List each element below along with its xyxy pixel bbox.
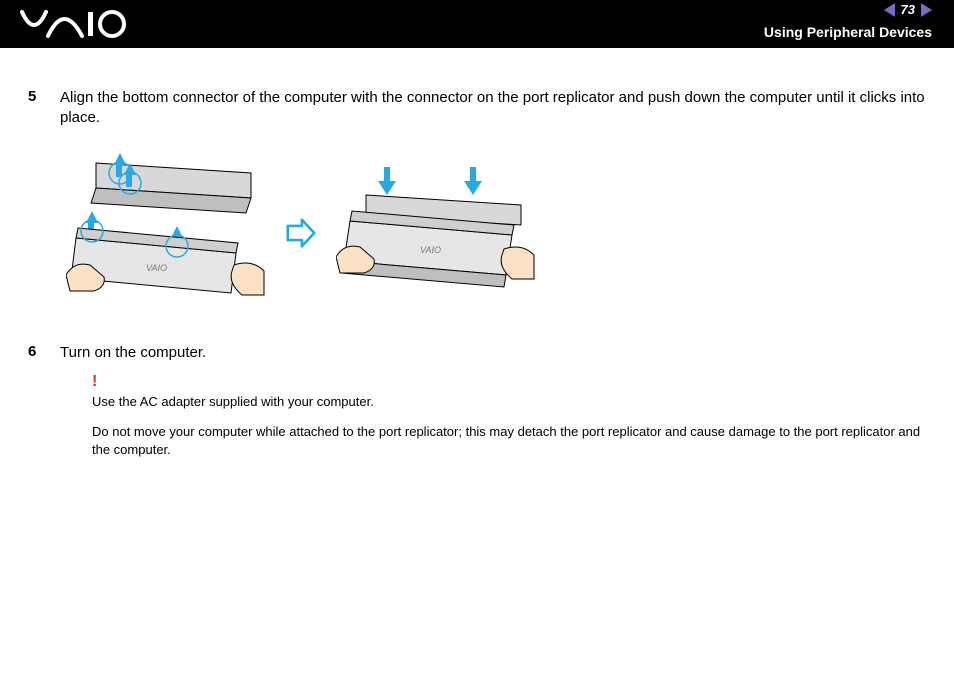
note-line: Use the AC adapter supplied with your co… bbox=[92, 393, 926, 411]
arrow-right-icon bbox=[286, 218, 316, 248]
section-title: Using Peripheral Devices bbox=[764, 24, 932, 40]
page-nav: 73 bbox=[884, 2, 932, 17]
step-row: 5 Align the bottom connector of the comp… bbox=[28, 88, 926, 129]
warning-icon: ! bbox=[92, 373, 926, 391]
illustration-row: VAIO bbox=[66, 143, 926, 323]
next-page-icon[interactable] bbox=[921, 3, 932, 17]
svg-text:VAIO: VAIO bbox=[420, 245, 441, 255]
prev-page-icon[interactable] bbox=[884, 3, 895, 17]
note-line: Do not move your computer while attached… bbox=[92, 423, 926, 459]
note-block: Use the AC adapter supplied with your co… bbox=[92, 393, 926, 460]
illustration-push: VAIO bbox=[336, 153, 536, 313]
page-number: 73 bbox=[901, 2, 915, 17]
page-content: 5 Align the bottom connector of the comp… bbox=[0, 48, 954, 459]
step-text: Align the bottom connector of the comput… bbox=[60, 88, 926, 129]
illustration-align: VAIO bbox=[66, 143, 266, 323]
header-bar: 73 Using Peripheral Devices bbox=[0, 0, 954, 48]
step-text: Turn on the computer. bbox=[60, 343, 206, 363]
step-row: 6 Turn on the computer. bbox=[28, 343, 926, 363]
step-number: 6 bbox=[28, 343, 60, 360]
svg-text:VAIO: VAIO bbox=[146, 263, 167, 273]
vaio-logo bbox=[20, 8, 130, 45]
step-number: 5 bbox=[28, 88, 60, 105]
